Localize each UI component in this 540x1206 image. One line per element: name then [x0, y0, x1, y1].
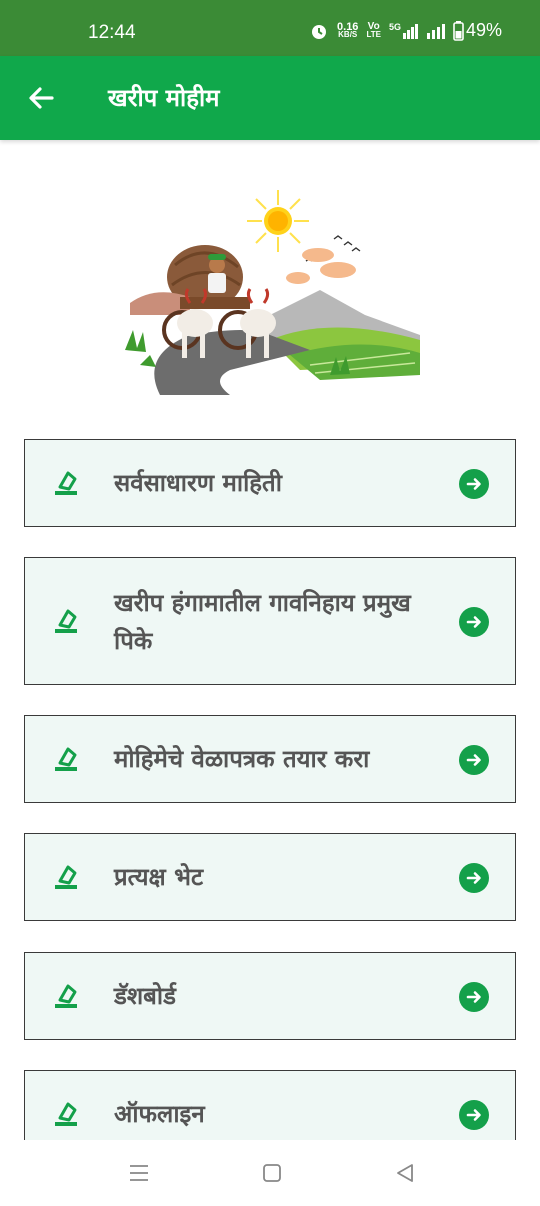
edit-document-icon — [55, 1102, 77, 1126]
square-home-icon[interactable] — [262, 1163, 282, 1183]
battery-percent: 49% — [465, 20, 502, 40]
app-bar: खरीप मोहीम — [0, 56, 540, 140]
network-speed: 0.16 KB/S — [337, 20, 359, 39]
arrow-left-icon[interactable] — [24, 80, 60, 116]
menu-lines-icon[interactable] — [128, 1163, 150, 1183]
menu-item-label: ऑफलाइन — [114, 1100, 205, 1128]
edit-document-icon — [55, 747, 77, 771]
arrow-right-circle-icon — [459, 1100, 489, 1130]
edit-document-icon — [55, 865, 77, 889]
menu-item-label: डॅशबोर्ड — [114, 982, 176, 1010]
sun-icon — [247, 190, 309, 252]
battery: 49% — [453, 20, 502, 41]
triangle-back-icon[interactable] — [395, 1163, 415, 1183]
menu-item-dashboard[interactable]: डॅशबोर्ड — [24, 952, 516, 1040]
menu-item-field-visit[interactable]: प्रत्यक्ष भेट — [24, 833, 516, 921]
system-nav-bar — [0, 1140, 540, 1206]
signal-bars-icon — [402, 23, 418, 39]
page-title: खरीप मोहीम — [108, 84, 220, 112]
arrow-right-circle-icon — [459, 469, 489, 499]
signal-5g: 5G — [389, 22, 419, 39]
menu-item-label: खरीप हंगामातील गावनिहाय प्रमुख पिके — [114, 589, 411, 655]
status-time: 12:44 — [88, 22, 136, 43]
edit-document-icon — [55, 471, 77, 495]
alarm-icon — [312, 24, 327, 39]
menu-item-label: मोहिमेचे वेळापत्रक तयार करा — [114, 745, 370, 773]
farmer-bullock-cart-illustration — [125, 190, 420, 395]
volte-indicator: Vo LTE — [366, 20, 381, 39]
arrow-right-circle-icon — [459, 607, 489, 637]
menu-item-village-crops[interactable]: खरीप हंगामातील गावनिहाय प्रमुख पिके — [24, 557, 516, 685]
signal-bars-icon — [426, 23, 445, 39]
menu-item-campaign-schedule[interactable]: मोहिमेचे वेळापत्रक तयार करा — [24, 715, 516, 803]
status-bar: 12:44 0.16 KB/S Vo LTE 5G 49% — [0, 0, 540, 56]
edit-document-icon — [55, 609, 77, 633]
battery-icon — [453, 20, 464, 41]
menu-item-label: सर्वसाधारण माहिती — [114, 469, 282, 497]
clouds — [286, 248, 356, 284]
menu-item-general-info[interactable]: सर्वसाधारण माहिती — [24, 439, 516, 527]
edit-document-icon — [55, 984, 77, 1008]
status-icons: 0.16 KB/S Vo LTE 5G 49% — [309, 20, 502, 41]
arrow-right-circle-icon — [459, 863, 489, 893]
menu-item-label: प्रत्यक्ष भेट — [114, 863, 204, 891]
arrow-right-circle-icon — [459, 982, 489, 1012]
arrow-right-circle-icon — [459, 745, 489, 775]
